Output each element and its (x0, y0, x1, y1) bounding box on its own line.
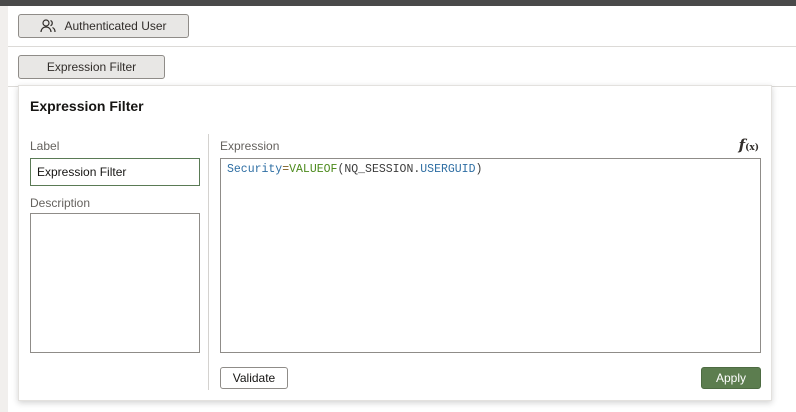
top-bar (0, 0, 796, 6)
users-icon (40, 19, 57, 33)
authenticated-user-button[interactable]: Authenticated User (18, 14, 189, 38)
column-divider (208, 134, 209, 390)
function-fx-icon[interactable]: f(x) (739, 136, 759, 154)
label-field-label: Label (30, 139, 60, 153)
expression-filter-popup: Expression Filter Label Description Expr… (18, 85, 772, 401)
description-field-label: Description (30, 196, 91, 210)
expression-token: Security (227, 163, 283, 176)
expression-token: (NQ_SESSION. (337, 163, 421, 176)
expression-editor[interactable]: Security=VALUEOF(NQ_SESSION.USERGUID) (220, 158, 761, 353)
expression-filter-label: Expression Filter (46, 60, 137, 74)
popup-title: Expression Filter (30, 98, 144, 114)
authenticated-user-label: Authenticated User (64, 19, 167, 33)
expression-filter-button[interactable]: Expression Filter (18, 55, 165, 79)
row-divider (8, 46, 796, 47)
label-input[interactable] (30, 158, 200, 186)
left-rail (0, 6, 8, 412)
expression-token: ) (475, 163, 483, 176)
apply-button[interactable]: Apply (701, 367, 761, 389)
expression-token: VALUEOF (289, 163, 338, 176)
description-textarea[interactable] (30, 213, 200, 353)
validate-button[interactable]: Validate (220, 367, 288, 389)
expression-token: USERGUID (420, 163, 476, 176)
expression-field-label: Expression (220, 139, 280, 153)
